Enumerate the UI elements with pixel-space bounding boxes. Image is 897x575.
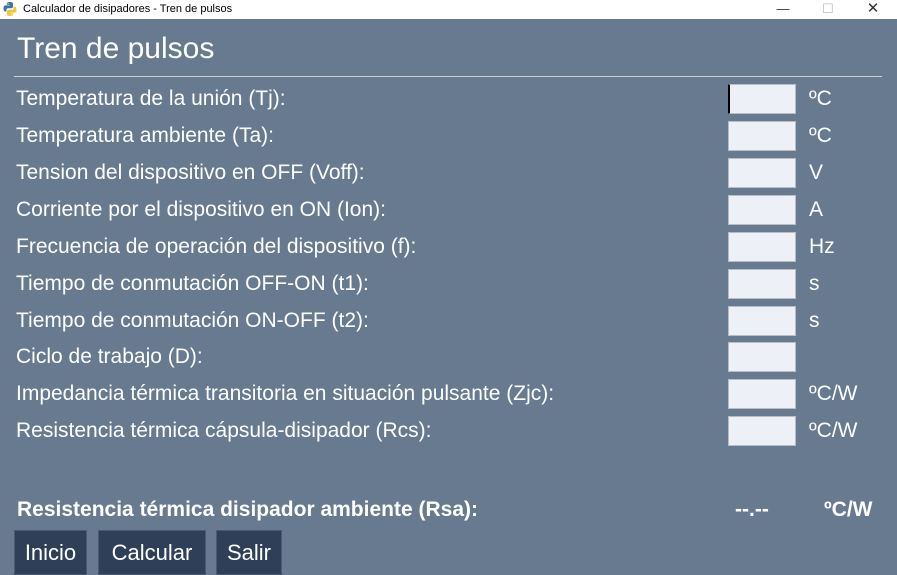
field-row-rcs: Resistencia térmica cápsula-disipador (R… bbox=[0, 416, 897, 448]
result-unit: ºC/W bbox=[824, 498, 873, 521]
window-title: Calculador de disipadores - Tren de puls… bbox=[23, 3, 233, 15]
field-label: Tiempo de conmutación OFF-ON (t1): bbox=[16, 272, 369, 295]
duty-cycle-input[interactable] bbox=[728, 342, 796, 372]
close-button[interactable]: ✕ bbox=[850, 0, 896, 19]
field-unit: ºC/W bbox=[809, 382, 858, 405]
field-row-t2: Tiempo de conmutación ON-OFF (t2): s bbox=[0, 306, 897, 338]
field-label: Frecuencia de operación del dispositivo … bbox=[16, 235, 417, 258]
field-label: Tension del dispositivo en OFF (Voff): bbox=[16, 161, 365, 184]
field-unit: Hz bbox=[809, 235, 835, 258]
field-label: Resistencia térmica cápsula-disipador (R… bbox=[16, 419, 432, 442]
rcs-input[interactable] bbox=[728, 416, 796, 446]
page-title: Tren de pulsos bbox=[17, 32, 215, 65]
zjc-input[interactable] bbox=[728, 379, 796, 409]
field-unit: ºC bbox=[809, 87, 832, 110]
field-unit: V bbox=[809, 161, 824, 184]
result-label: Resistencia térmica disipador ambiente (… bbox=[17, 498, 478, 521]
field-unit: ºC/W bbox=[809, 419, 858, 442]
python-icon bbox=[3, 2, 17, 16]
field-row-tj: Temperatura de la unión (Tj): ºC bbox=[0, 84, 897, 116]
field-label: Impedancia térmica transitoria en situac… bbox=[16, 382, 555, 405]
field-label: Temperatura ambiente (Ta): bbox=[16, 124, 274, 147]
field-label: Corriente por el dispositivo en ON (Ion)… bbox=[16, 198, 386, 221]
field-row-ion: Corriente por el dispositivo en ON (Ion)… bbox=[0, 195, 897, 227]
field-row-f: Frecuencia de operación del dispositivo … bbox=[0, 232, 897, 264]
field-label: Tiempo de conmutación ON-OFF (t2): bbox=[16, 309, 369, 332]
window-titlebar[interactable]: Calculador de disipadores - Tren de puls… bbox=[0, 0, 897, 19]
calcular-button[interactable]: Calcular bbox=[98, 530, 206, 575]
voff-input[interactable] bbox=[728, 158, 796, 188]
field-unit: A bbox=[809, 198, 824, 221]
salir-button[interactable]: Salir bbox=[216, 530, 282, 575]
t2-input[interactable] bbox=[728, 306, 796, 336]
ta-input[interactable] bbox=[728, 121, 796, 151]
field-row-ta: Temperatura ambiente (Ta): ºC bbox=[0, 121, 897, 153]
field-row-t1: Tiempo de conmutación OFF-ON (t1): s bbox=[0, 269, 897, 301]
frequency-input[interactable] bbox=[728, 232, 796, 262]
field-label: Ciclo de trabajo (D): bbox=[16, 345, 203, 368]
minimize-button[interactable]: — bbox=[760, 0, 806, 19]
field-label: Temperatura de la unión (Tj): bbox=[16, 87, 286, 110]
field-row-d: Ciclo de trabajo (D): bbox=[0, 342, 897, 374]
tj-input[interactable] bbox=[728, 84, 796, 114]
field-unit: s bbox=[809, 309, 820, 332]
field-unit: ºC bbox=[809, 124, 832, 147]
field-unit: s bbox=[809, 272, 820, 295]
inicio-button[interactable]: Inicio bbox=[14, 530, 87, 575]
field-row-zjc: Impedancia térmica transitoria en situac… bbox=[0, 379, 897, 411]
ion-input[interactable] bbox=[728, 195, 796, 225]
field-row-voff: Tension del dispositivo en OFF (Voff): V bbox=[0, 158, 897, 190]
maximize-button[interactable]: ☐ bbox=[805, 0, 851, 19]
t1-input[interactable] bbox=[728, 269, 796, 299]
title-separator bbox=[14, 76, 882, 77]
main-panel: Tren de pulsos Temperatura de la unión (… bbox=[0, 19, 897, 575]
result-value: --.-- bbox=[735, 498, 769, 521]
